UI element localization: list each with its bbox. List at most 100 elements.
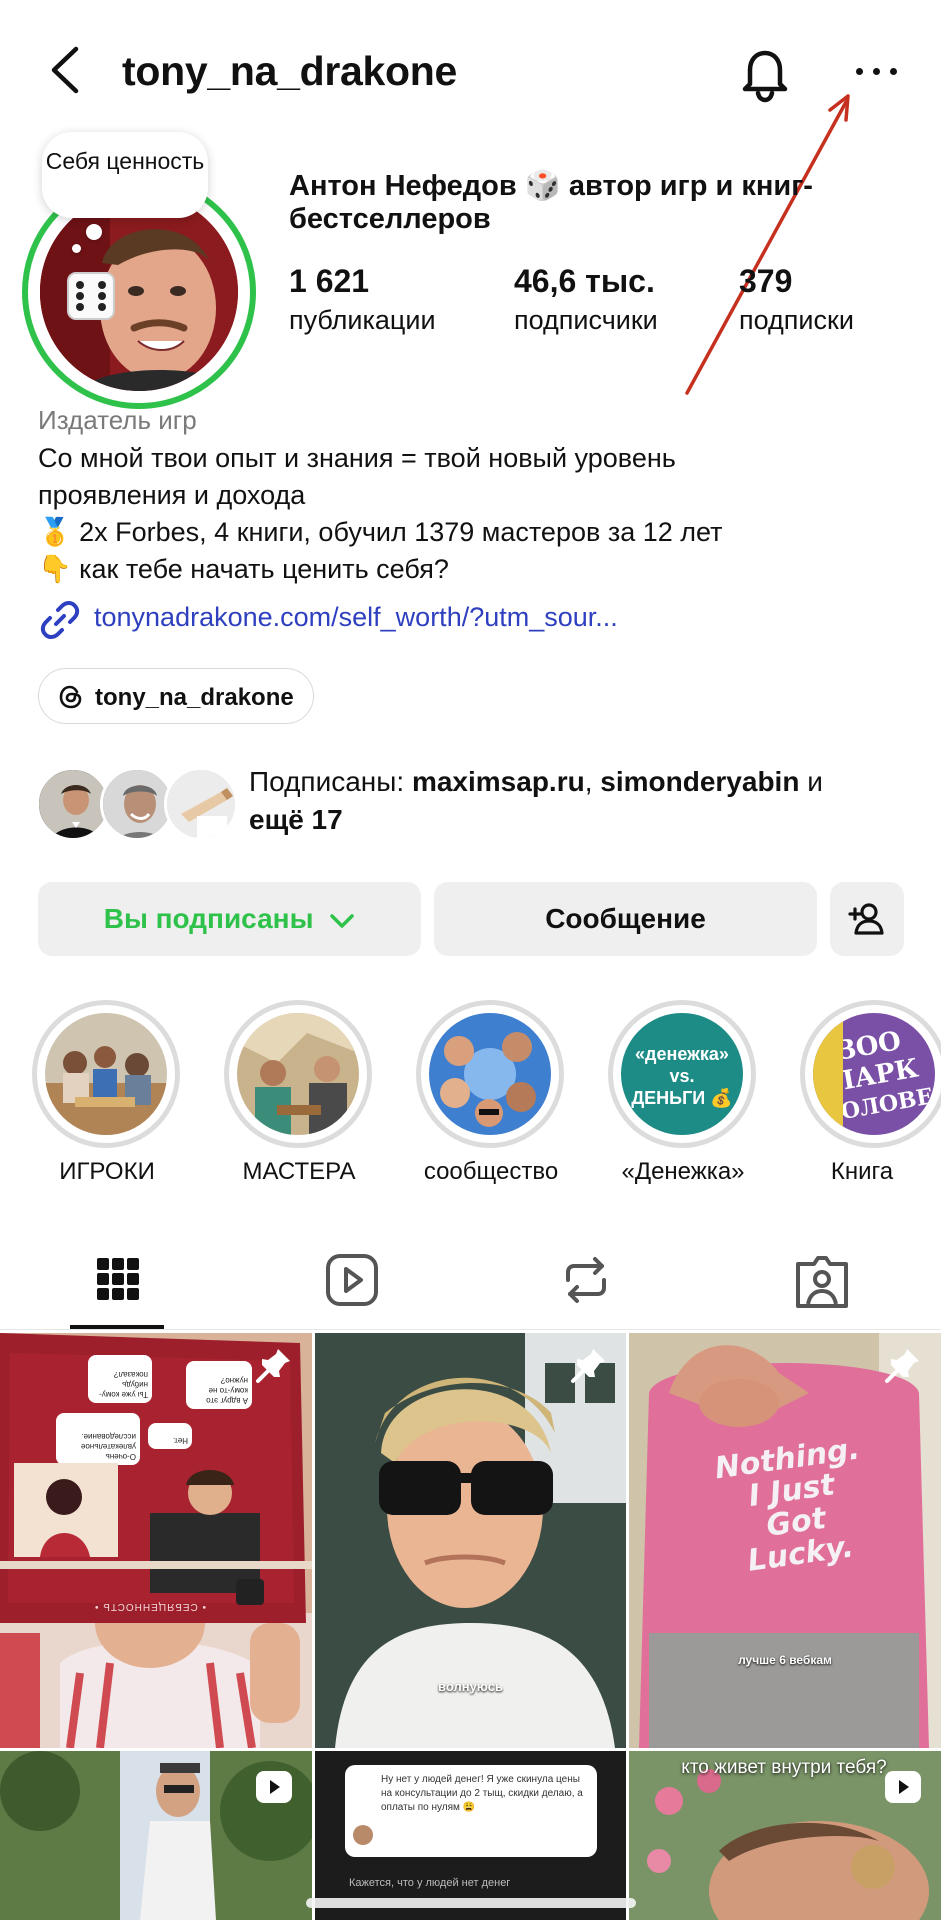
link-text[interactable]: tonynadrakone.com/self_worth/?utm_sour..… bbox=[94, 602, 618, 633]
highlight-denezhka[interactable]: «денежка» vs. ДЕНЬГИ 💰 bbox=[608, 1000, 756, 1148]
tab-tagged[interactable] bbox=[774, 1250, 870, 1312]
profile-note[interactable]: Себя ценность bbox=[42, 132, 208, 218]
pinned-icon bbox=[256, 1349, 290, 1383]
chat-text: Ну нет у людей денег! Я уже скинула цены… bbox=[381, 1774, 583, 1813]
threads-handle: tony_na_drakone bbox=[95, 684, 294, 711]
stat-value: 1 621 bbox=[289, 263, 370, 299]
card-bubble: Нет. bbox=[148, 1423, 192, 1449]
stat-label: подписки bbox=[739, 305, 854, 335]
post-tile[interactable] bbox=[0, 1751, 312, 1920]
highlight-cover bbox=[237, 1013, 359, 1135]
bio-line: 🥇 2x Forbes, 4 книги, обучил 1379 мастер… bbox=[38, 517, 723, 547]
chevron-down-icon bbox=[330, 913, 355, 928]
highlight-mastera[interactable] bbox=[224, 1000, 372, 1148]
reels-icon bbox=[326, 1254, 378, 1306]
pinned-icon bbox=[885, 1349, 919, 1383]
highlight-label: Книга bbox=[830, 1158, 894, 1185]
highlight-cover bbox=[45, 1013, 167, 1135]
suggest-users-button[interactable] bbox=[830, 882, 904, 956]
cover-text: «денежка» bbox=[635, 1044, 729, 1064]
tab-reposts[interactable] bbox=[538, 1250, 634, 1312]
following-label: Вы подписаны bbox=[103, 903, 314, 934]
follower-avatar[interactable] bbox=[36, 767, 110, 841]
ellipsis-dot bbox=[890, 68, 897, 75]
note-tail bbox=[86, 224, 102, 240]
follower-name[interactable]: maximsap.ru bbox=[412, 766, 585, 797]
highlight-cover bbox=[429, 1013, 551, 1135]
followed-by-conj: и bbox=[799, 766, 823, 797]
avatar bbox=[40, 193, 238, 391]
grid-icon bbox=[97, 1258, 139, 1300]
home-indicator bbox=[306, 1898, 636, 1908]
post-tile[interactable]: кто живет внутри тебя? bbox=[629, 1751, 941, 1920]
tagged-icon bbox=[796, 1256, 848, 1308]
stat-followers[interactable]: 46,6 тыс. подписчики bbox=[514, 262, 658, 338]
bio-line: проявления и дохода bbox=[38, 480, 306, 510]
full-name: Антон Нефедов 🎲 автор игр и книг-бестсел… bbox=[289, 170, 813, 235]
followed-by-prefix: Подписаны: bbox=[249, 766, 412, 797]
highlight-cover: ЗОО ПАРК ГОЛОВЕ bbox=[813, 1013, 935, 1135]
highlight-label: сообщество bbox=[423, 1158, 559, 1185]
post-caption: лучше 6 вебкам bbox=[738, 1653, 832, 1667]
repost-icon bbox=[566, 1257, 606, 1303]
follower-avatar[interactable] bbox=[164, 767, 238, 841]
bio-line: 👇 как тебе начать ценить себя? bbox=[38, 554, 449, 584]
follower-avatar[interactable] bbox=[100, 767, 174, 841]
profile-category: Издатель игр bbox=[38, 405, 197, 435]
ellipsis-dot bbox=[873, 68, 880, 75]
chevron-left-icon bbox=[51, 46, 79, 94]
tab-reels[interactable] bbox=[304, 1250, 400, 1312]
highlight-igroki[interactable] bbox=[32, 1000, 180, 1148]
note-tail bbox=[72, 244, 81, 253]
stat-value: 379 bbox=[739, 263, 793, 299]
highlight-soobshchestvo[interactable] bbox=[416, 1000, 564, 1148]
post-caption: кто живет внутри тебя? bbox=[681, 1757, 887, 1778]
highlight-label: «Денежка» bbox=[621, 1158, 745, 1185]
card-footer: • СЕБЯЦЕННОСТЬ • bbox=[94, 1601, 206, 1612]
back-button[interactable] bbox=[44, 45, 88, 95]
shirt-print: Nothing. I Just Got Lucky. bbox=[712, 1431, 862, 1579]
reel-badge-icon bbox=[256, 1771, 292, 1803]
reel-badge-icon bbox=[885, 1771, 921, 1803]
post-tile[interactable]: Nothing. I Just Got Lucky. лучше 6 вебка… bbox=[629, 1333, 941, 1748]
highlight-label: ИГРОКИ bbox=[59, 1158, 155, 1185]
highlight-cover: «денежка» vs. ДЕНЬГИ 💰 bbox=[621, 1013, 743, 1135]
add-user-icon bbox=[848, 903, 884, 935]
stat-posts[interactable]: 1 621 публикации bbox=[289, 262, 436, 338]
cover-text: vs. bbox=[669, 1066, 695, 1086]
followed-by-sep: , bbox=[584, 766, 601, 797]
threads-icon bbox=[59, 685, 82, 709]
link-icon bbox=[40, 601, 80, 639]
cover-text: ДЕНЬГИ 💰 bbox=[631, 1088, 733, 1108]
chat-avatar bbox=[353, 1825, 373, 1845]
tab-divider bbox=[0, 1329, 941, 1330]
card-bubble: А вдруг это кому-то не нужно? bbox=[186, 1361, 252, 1409]
stat-label: публикации bbox=[289, 305, 436, 335]
message-button[interactable]: Сообщение bbox=[434, 882, 817, 956]
stat-label: подписчики bbox=[514, 305, 658, 335]
post-tile[interactable]: Ну нет у людей денег! Я уже скинула цены… bbox=[315, 1751, 626, 1920]
more-options-button[interactable] bbox=[852, 56, 902, 86]
followed-by-text[interactable]: Подписаны: maximsap.ru, simonderyabin и е… bbox=[249, 763, 889, 839]
card-illustration bbox=[0, 1463, 312, 1605]
follower-name[interactable]: simonderyabin bbox=[600, 766, 799, 797]
stat-value: 46,6 тыс. bbox=[514, 263, 655, 299]
threads-badge[interactable]: tony_na_drakone bbox=[38, 668, 314, 724]
highlight-label: МАСТЕРА bbox=[242, 1158, 356, 1185]
stat-following[interactable]: 379 подписки bbox=[739, 262, 854, 338]
profile-username: tony_na_drakone bbox=[122, 48, 457, 94]
tab-posts[interactable] bbox=[70, 1250, 166, 1312]
chat-bubble: Ну нет у людей денег! Я уже скинула цены… bbox=[345, 1765, 597, 1857]
message-label: Сообщение bbox=[545, 903, 706, 934]
card-bubble: Ты уже кому-нибудь показал? bbox=[88, 1355, 152, 1403]
followed-by-more[interactable]: ещё 17 bbox=[249, 804, 343, 835]
post-caption: волнуюсь bbox=[438, 1679, 503, 1694]
post-caption: Кажется, что у людей нет денег bbox=[349, 1877, 511, 1889]
highlight-kniga[interactable]: ЗОО ПАРК ГОЛОВЕ bbox=[800, 1000, 941, 1148]
pinned-icon bbox=[571, 1349, 605, 1383]
book-stripe bbox=[813, 1013, 843, 1135]
following-button[interactable]: Вы подписаны bbox=[38, 882, 421, 956]
ellipsis-icon bbox=[856, 68, 863, 75]
post-tile[interactable]: волнуюсь bbox=[315, 1333, 626, 1748]
post-tile[interactable]: Ты уже кому-нибудь показал? А вдруг это … bbox=[0, 1333, 312, 1748]
